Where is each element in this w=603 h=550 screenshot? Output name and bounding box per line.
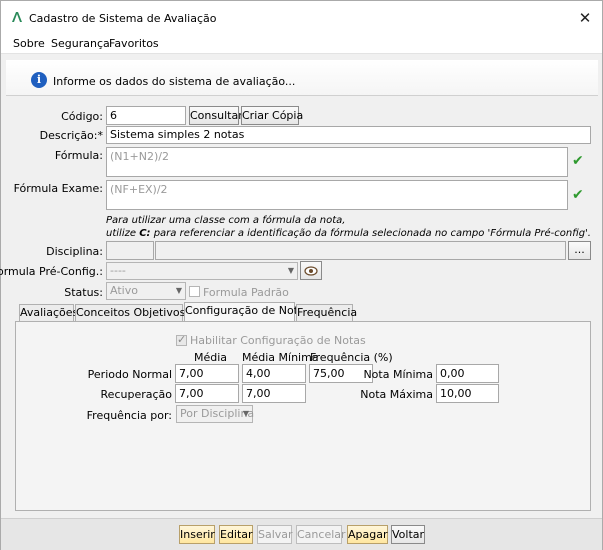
periodo-normal-media-input[interactable]: 7,00 <box>175 364 239 383</box>
formula-preconfig-select[interactable]: ---- ▼ <box>106 262 298 280</box>
recuperacao-media-input[interactable]: 7,00 <box>175 384 239 403</box>
eye-icon <box>304 266 318 276</box>
disciplina-code-input[interactable] <box>106 241 154 260</box>
formula-exame-label: Fórmula Exame: <box>13 182 103 195</box>
menu-sobre[interactable]: Sobre <box>13 37 45 50</box>
frequencia-por-label: Frequência por: <box>86 409 172 422</box>
formula-padrao-label: Formula Padrão <box>203 286 289 299</box>
formula-exame-input[interactable]: (NF+EX)/2 <box>106 180 568 210</box>
nota-maxima-label: Nota Máxima <box>360 388 433 401</box>
menu-favoritos[interactable]: Favoritos <box>109 37 159 50</box>
menu-bar: Sobre Segurança Favoritos <box>1 34 602 54</box>
consultar-button[interactable]: Consultar <box>189 106 243 125</box>
descricao-input[interactable]: Sistema simples 2 notas <box>106 126 591 144</box>
window-title: Cadastro de Sistema de Avaliação <box>29 12 217 25</box>
status-label: Status: <box>64 286 103 299</box>
chevron-down-icon: ▼ <box>242 409 249 418</box>
title-bar: Cadastro de Sistema de Avaliação ✕ <box>1 1 602 34</box>
tab-avaliacoes[interactable]: Avaliações <box>19 304 78 321</box>
formula-exame-valid-check-icon: ✔ <box>572 187 584 203</box>
nota-maxima-input[interactable]: 10,00 <box>436 384 499 403</box>
disciplina-browse-button[interactable]: ... <box>568 241 591 260</box>
action-bar: Inserir Editar Salvar Cancelar Apagar Vo… <box>1 518 602 550</box>
disciplina-label: Disciplina: <box>46 245 103 258</box>
formula-input[interactable]: (N1+N2)/2 <box>106 147 568 177</box>
inserir-button[interactable]: Inserir <box>179 525 215 544</box>
codigo-label: Código: <box>61 110 103 123</box>
frequencia-por-select[interactable]: Por Disciplina ▼ <box>176 405 254 423</box>
col-frequencia-header: Frequência (%) <box>310 351 393 364</box>
formula-hint-line2: utilize C: para referenciar a identifica… <box>106 228 591 239</box>
col-media-minima-header: Média Mínima <box>242 351 319 364</box>
habilitar-configuracao-label: Habilitar Configuração de Notas <box>190 334 366 347</box>
dialog-window: Cadastro de Sistema de Avaliação ✕ Sobre… <box>0 0 603 550</box>
codigo-input[interactable]: 6 <box>106 106 186 125</box>
col-media-header: Média <box>194 351 228 364</box>
periodo-normal-media-minima-input[interactable]: 4,00 <box>242 364 306 383</box>
nota-minima-input[interactable]: 0,00 <box>436 364 499 383</box>
status-select[interactable]: Ativo ▼ <box>106 282 186 300</box>
formula-label: Fórmula: <box>54 149 103 162</box>
recuperacao-media-minima-input[interactable]: 7,00 <box>242 384 306 403</box>
info-banner: i Informe os dados do sistema de avaliaç… <box>6 60 598 96</box>
formula-hint-line1: Para utilizar uma classe com a fórmula d… <box>106 215 346 226</box>
editar-button[interactable]: Editar <box>219 525 253 544</box>
close-button[interactable]: ✕ <box>572 7 598 29</box>
disciplina-name-input[interactable] <box>155 241 566 260</box>
nota-minima-label: Nota Mínima <box>363 368 433 381</box>
menu-seguranca[interactable]: Segurança <box>51 37 110 50</box>
formula-padrao-checkbox[interactable] <box>189 286 200 297</box>
formula-valid-check-icon: ✔ <box>572 153 584 169</box>
info-icon: i <box>31 72 47 88</box>
tab-frequencia[interactable]: Frequência <box>296 304 357 321</box>
app-logo-icon <box>12 12 22 22</box>
voltar-button[interactable]: Voltar <box>391 525 425 544</box>
cancelar-button[interactable]: Cancelar <box>296 525 346 544</box>
formula-preconfig-label: Formula Pré-Config.: <box>0 265 103 278</box>
tab-configuracao-de-notas[interactable]: Configuração de Notas <box>184 302 311 322</box>
chevron-down-icon: ▼ <box>287 266 294 275</box>
criar-copia-button[interactable]: Criar Cópia <box>241 106 303 125</box>
configuracao-notas-panel: Habilitar Configuração de Notas Média Mé… <box>15 321 591 511</box>
chevron-down-icon: ▼ <box>175 286 182 295</box>
habilitar-configuracao-checkbox[interactable] <box>176 333 187 346</box>
apagar-button[interactable]: Apagar <box>347 525 388 544</box>
descricao-label: Descrição:* <box>39 129 103 142</box>
recuperacao-label: Recuperação <box>100 388 172 401</box>
tab-conceitos-objetivos[interactable]: Conceitos Objetivos <box>75 304 185 321</box>
periodo-normal-label: Periodo Normal <box>87 368 172 381</box>
info-message: Informe os dados do sistema de avaliação… <box>53 75 296 88</box>
salvar-button[interactable]: Salvar <box>257 525 293 544</box>
preconfig-view-button[interactable] <box>300 261 322 280</box>
